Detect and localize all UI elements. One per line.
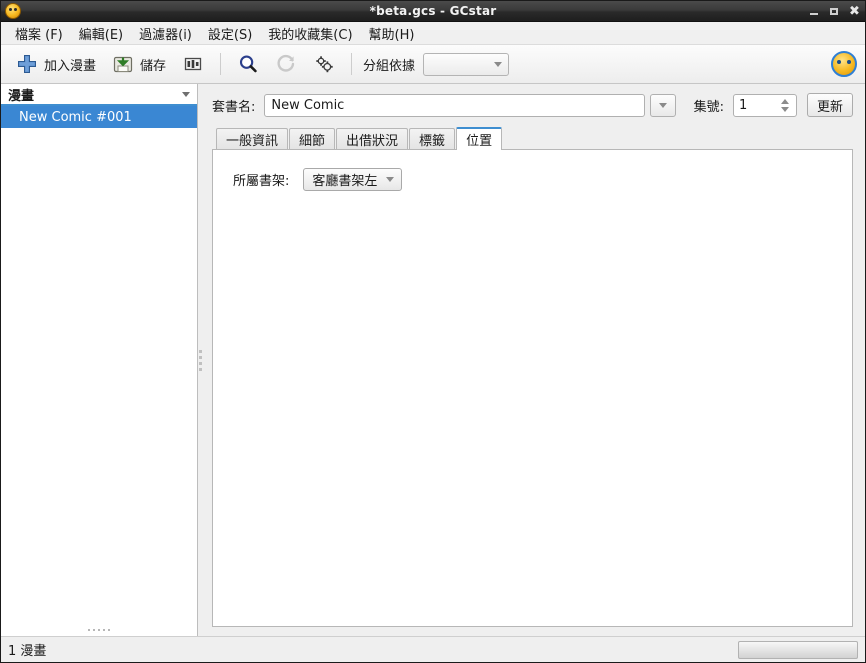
title-bar: *beta.gcs - GCstar ✖	[1, 1, 865, 22]
reload-button[interactable]	[268, 49, 304, 79]
application-window: *beta.gcs - GCstar ✖ 檔案 (F) 編輯(E) 過濾器(i)…	[0, 0, 866, 663]
chevron-down-icon	[386, 177, 395, 182]
status-count-text: 1 漫畫	[8, 644, 47, 659]
series-name-dropdown-button[interactable]	[649, 93, 676, 117]
grip-dot	[108, 629, 110, 631]
grip-dot	[88, 629, 90, 631]
toolbar: 加入漫畫 儲存 分組依據	[1, 45, 865, 84]
issue-number-label: 集號:	[693, 99, 724, 115]
add-comic-label: 加入漫畫	[44, 58, 97, 74]
window-app-icon	[5, 3, 21, 19]
list-item-label: New Comic #001	[19, 109, 132, 125]
menu-settings[interactable]: 設定(S)	[200, 22, 260, 45]
status-bar: 1 漫畫	[1, 636, 865, 662]
issue-number-input[interactable]	[733, 94, 778, 116]
close-button[interactable]: ✖	[849, 5, 860, 18]
columns-button[interactable]	[175, 49, 211, 79]
grip-dot	[199, 367, 202, 371]
add-comic-button[interactable]: 加入漫畫	[9, 49, 103, 79]
splitter-grip	[199, 349, 202, 371]
grip-dot	[199, 361, 202, 365]
tab-lending[interactable]: 出借狀況	[336, 128, 409, 149]
menu-edit[interactable]: 編輯(E)	[71, 22, 131, 45]
sidebar-header-label: 漫畫	[8, 88, 35, 104]
menu-bar: 檔案 (F) 編輯(E) 過濾器(i) 設定(S) 我的收藏集(C) 幫助(H)	[1, 22, 865, 45]
series-name-label: 套書名:	[212, 99, 256, 115]
shelf-label: 所屬書架:	[233, 174, 290, 189]
settings-gears-button[interactable]	[306, 49, 342, 79]
status-progress-box	[738, 640, 858, 659]
shelf-row: 所屬書架: 客廳書架左	[213, 168, 852, 191]
series-name-input[interactable]	[264, 93, 645, 117]
comic-list[interactable]: New Comic #001	[1, 106, 197, 624]
minimize-button[interactable]	[809, 6, 820, 17]
gcstar-logo-icon[interactable]	[831, 51, 857, 77]
window-controls: ✖	[809, 5, 860, 18]
save-button[interactable]: 儲存	[105, 49, 173, 79]
group-by-select[interactable]	[423, 52, 510, 76]
shelf-select[interactable]: 客廳書架左	[303, 168, 403, 191]
menu-filter[interactable]: 過濾器(i)	[131, 22, 200, 45]
maximize-button[interactable]	[829, 6, 840, 17]
tab-details[interactable]: 細節	[289, 128, 336, 149]
grip-dot	[98, 629, 100, 631]
plus-icon	[18, 55, 36, 73]
search-magnifier-icon	[239, 55, 257, 73]
menu-collection[interactable]: 我的收藏集(C)	[260, 22, 360, 45]
chevron-down-icon[interactable]	[182, 91, 190, 97]
detail-pane: 套書名: 集號: 更新 一般資訊 細節 出借狀況	[203, 84, 865, 636]
update-button[interactable]: 更新	[806, 93, 853, 117]
gears-icon	[316, 56, 333, 73]
menu-help[interactable]: 幫助(H)	[361, 22, 423, 45]
reload-circular-arrow-icon	[277, 54, 295, 72]
grip-dot	[103, 629, 105, 631]
main-body: 漫畫 New Comic #001 套書名: New Comic 集號: 1 更…	[1, 84, 865, 636]
toolbar-separator-1	[220, 53, 222, 75]
chevron-down-icon	[658, 102, 667, 108]
chevron-down-icon	[494, 61, 503, 67]
stepper-buttons	[778, 95, 796, 116]
save-label: 儲存	[140, 58, 167, 74]
issue-number-stepper[interactable]	[732, 93, 797, 117]
sidebar-header[interactable]: 漫畫	[1, 84, 197, 106]
group-by-label: 分組依據	[363, 58, 416, 74]
stepper-down-icon[interactable]	[781, 106, 790, 112]
stepper-up-icon[interactable]	[781, 98, 790, 104]
series-row: 套書名: 集號: 更新	[212, 93, 853, 117]
location-tab-panel: 所屬書架: 客廳書架左	[212, 149, 853, 627]
window-title: *beta.gcs - GCstar	[369, 4, 497, 18]
grip-dot	[199, 355, 202, 359]
grip-dot	[199, 349, 202, 353]
tab-bar: 一般資訊 細節 出借狀況 標籤 位置	[212, 126, 853, 150]
search-button[interactable]	[230, 49, 266, 79]
sidebar-resize-grip[interactable]	[1, 624, 197, 636]
tab-location[interactable]: 位置	[456, 127, 503, 150]
grip-dot	[93, 629, 95, 631]
tab-tags[interactable]: 標籤	[409, 128, 456, 149]
save-disk-icon	[113, 56, 133, 73]
menu-file[interactable]: 檔案 (F)	[7, 22, 71, 45]
tab-general[interactable]: 一般資訊	[216, 128, 289, 149]
list-item[interactable]: New Comic #001	[1, 106, 197, 128]
sidebar: 漫畫 New Comic #001	[1, 84, 198, 636]
toolbar-separator-2	[351, 53, 353, 75]
columns-layout-icon	[184, 57, 202, 71]
shelf-value: 客廳書架左	[312, 174, 378, 189]
